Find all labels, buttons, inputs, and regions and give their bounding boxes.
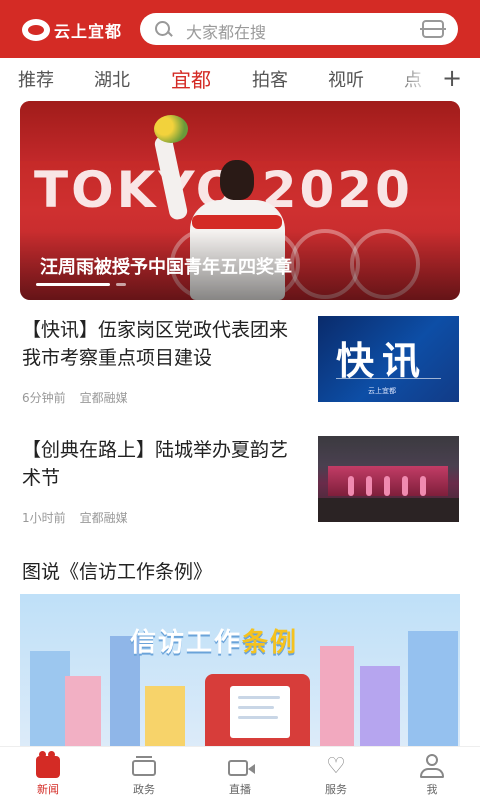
search-icon [155, 21, 170, 36]
tab-paike[interactable]: 拍客 [252, 66, 288, 92]
tabs-fade [396, 58, 430, 100]
thumb-title: 快讯 [336, 339, 429, 383]
add-channel-icon[interactable]: + [432, 58, 472, 100]
nav-label: 新闻 [37, 783, 59, 796]
user-icon [426, 754, 438, 766]
nav-live[interactable]: 直播 [192, 747, 288, 800]
document-icon [230, 686, 290, 738]
news-source: 宜都融媒 [79, 511, 128, 525]
news-camera-icon [36, 751, 60, 778]
gov-icon [132, 756, 156, 776]
search-placeholder: 大家都在搜 [186, 23, 267, 42]
carousel-indicator [36, 283, 156, 286]
nav-gov[interactable]: 政务 [96, 747, 192, 800]
nav-label: 我 [426, 783, 438, 796]
search-bar[interactable]: 大家都在搜 [140, 13, 458, 45]
nav-me[interactable]: 我 [384, 747, 480, 800]
top-header: 云上宜都 大家都在搜 [0, 0, 480, 58]
nav-label: 直播 [229, 783, 251, 796]
app-screen: 云上宜都 大家都在搜 推荐 湖北 宜都 拍客 视听 点 + TOKYO 2020 [0, 0, 480, 800]
news-meta: 6分钟前 宜都融媒 [22, 389, 128, 406]
section-banner[interactable]: 信访工作条例 [20, 594, 460, 746]
heart-icon: ♡ [326, 754, 346, 779]
logo-icon [22, 19, 50, 41]
nav-news[interactable]: 新闻 [0, 747, 96, 800]
logo-text: 云上宜都 [54, 22, 123, 41]
tab-shiting[interactable]: 视听 [328, 66, 364, 92]
news-title[interactable]: 【创典在路上】陆城举办夏韵艺术节 [22, 436, 304, 492]
nav-service[interactable]: ♡ 服务 [288, 747, 384, 800]
news-meta: 1小时前 宜都融媒 [22, 509, 128, 526]
news-thumbnail[interactable]: 快讯 云上宜都 [318, 316, 459, 402]
banner-title: 信访工作条例 [130, 628, 299, 658]
news-source: 宜都融媒 [79, 391, 128, 405]
hero-title[interactable]: 汪周雨被授予中国青年五四奖章 [40, 253, 292, 279]
tab-yidu[interactable]: 宜都 [171, 64, 211, 93]
section-title[interactable]: 图说《信访工作条例》 [22, 557, 212, 584]
news-item[interactable]: 【创典在路上】陆城举办夏韵艺术节 1小时前 宜都融媒 [0, 436, 480, 548]
scan-icon[interactable] [420, 20, 446, 38]
news-item[interactable]: 【快讯】伍家岗区党政代表团来我市考察重点项目建设 6分钟前 宜都融媒 快讯 云上宜… [0, 316, 480, 428]
tab-recommend[interactable]: 推荐 [18, 66, 54, 92]
news-title[interactable]: 【快讯】伍家岗区党政代表团来我市考察重点项目建设 [22, 316, 304, 372]
hero-carousel[interactable]: TOKYO 2020 汪周雨被授予中国青年五四奖章 [20, 101, 460, 300]
news-thumbnail[interactable] [318, 436, 459, 522]
user-icon-body [420, 768, 444, 778]
nav-label: 服务 [325, 783, 347, 796]
thumb-subtitle: 云上宜都 [368, 387, 396, 395]
nav-label: 政务 [133, 783, 155, 796]
news-time: 6分钟前 [22, 391, 66, 405]
bottom-navigation: 新闻 政务 直播 ♡ 服务 我 [0, 746, 480, 800]
tab-hubei[interactable]: 湖北 [94, 66, 130, 92]
news-time: 1小时前 [22, 511, 66, 525]
category-tabs: 推荐 湖北 宜都 拍客 视听 点 + [0, 58, 480, 100]
live-video-icon [228, 760, 255, 776]
app-logo[interactable]: 云上宜都 [22, 18, 122, 42]
